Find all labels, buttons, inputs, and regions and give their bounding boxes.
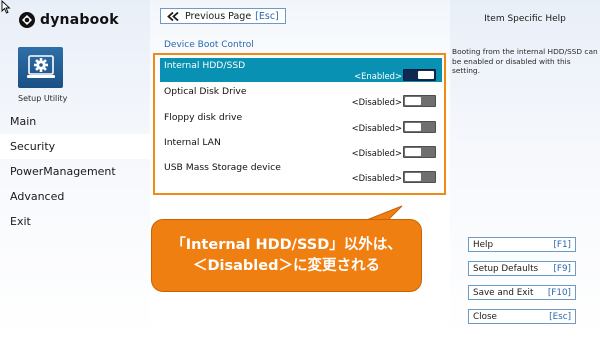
callout-line-2: ＜Disabled＞に変更される: [193, 257, 380, 274]
help-text: Booting from the internal HDD/SSD can be…: [452, 47, 598, 76]
double-chevron-left-icon: [167, 11, 181, 21]
brand-logo: dynabook: [18, 11, 119, 29]
setup-defaults-key: [F9]: [553, 263, 571, 274]
previous-page-key: [Esc]: [255, 10, 279, 22]
section-title: Device Boot Control: [164, 40, 254, 50]
help-panel: Item Specific Help Booting from the inte…: [450, 0, 600, 338]
annotation-callout: 「Internal HDD/SSD」以外は、 ＜Disabled＞に変更される: [151, 219, 422, 292]
setup-defaults-button[interactable]: Setup Defaults [F9]: [468, 261, 576, 276]
sidebar-item-main[interactable]: Main: [0, 109, 150, 134]
option-label: Floppy disk drive: [164, 112, 243, 123]
previous-page-button[interactable]: Previous Page [Esc]: [160, 8, 286, 24]
setup-utility-caption: Setup Utility: [18, 94, 68, 103]
mouse-cursor-icon: [1, 0, 11, 14]
save-and-exit-label: Save and Exit: [473, 287, 534, 298]
sidebar-menu: Main Security PowerManagement Advanced E…: [0, 109, 150, 234]
close-button-key: [Esc]: [549, 311, 571, 322]
save-and-exit-key: [F10]: [547, 287, 571, 298]
close-button-label: Close: [473, 311, 497, 322]
previous-page-label: Previous Page: [185, 10, 252, 22]
callout-line-1: 「Internal HDD/SSD」以外は、: [171, 236, 402, 253]
sidebar-item-power-management[interactable]: PowerManagement: [0, 159, 150, 184]
sidebar-item-exit[interactable]: Exit: [0, 209, 150, 234]
callout-pointer: [363, 205, 403, 222]
toggle-knob: [418, 71, 434, 79]
setup-utility-tile: [18, 47, 63, 88]
sidebar-item-advanced[interactable]: Advanced: [0, 184, 150, 209]
option-label: USB Mass Storage device: [164, 162, 281, 173]
sidebar: dynabook Setup Utility Main Security Pow…: [0, 0, 150, 338]
sidebar-item-security[interactable]: Security: [0, 134, 150, 159]
brand-name: dynabook: [40, 12, 119, 28]
help-button-key: [F1]: [553, 239, 571, 250]
help-button-label: Help: [473, 239, 494, 250]
dynabook-mark-icon: [18, 11, 36, 29]
save-and-exit-button[interactable]: Save and Exit [F10]: [468, 285, 576, 300]
option-label: Optical Disk Drive: [164, 86, 247, 97]
help-title: Item Specific Help: [484, 14, 566, 24]
help-button[interactable]: Help [F1]: [468, 237, 576, 252]
setup-defaults-label: Setup Defaults: [473, 263, 539, 274]
gear-icon: [26, 54, 55, 78]
option-label: Internal LAN: [164, 137, 221, 148]
close-button[interactable]: Close [Esc]: [468, 309, 576, 324]
option-label: Internal HDD/SSD: [164, 60, 246, 71]
